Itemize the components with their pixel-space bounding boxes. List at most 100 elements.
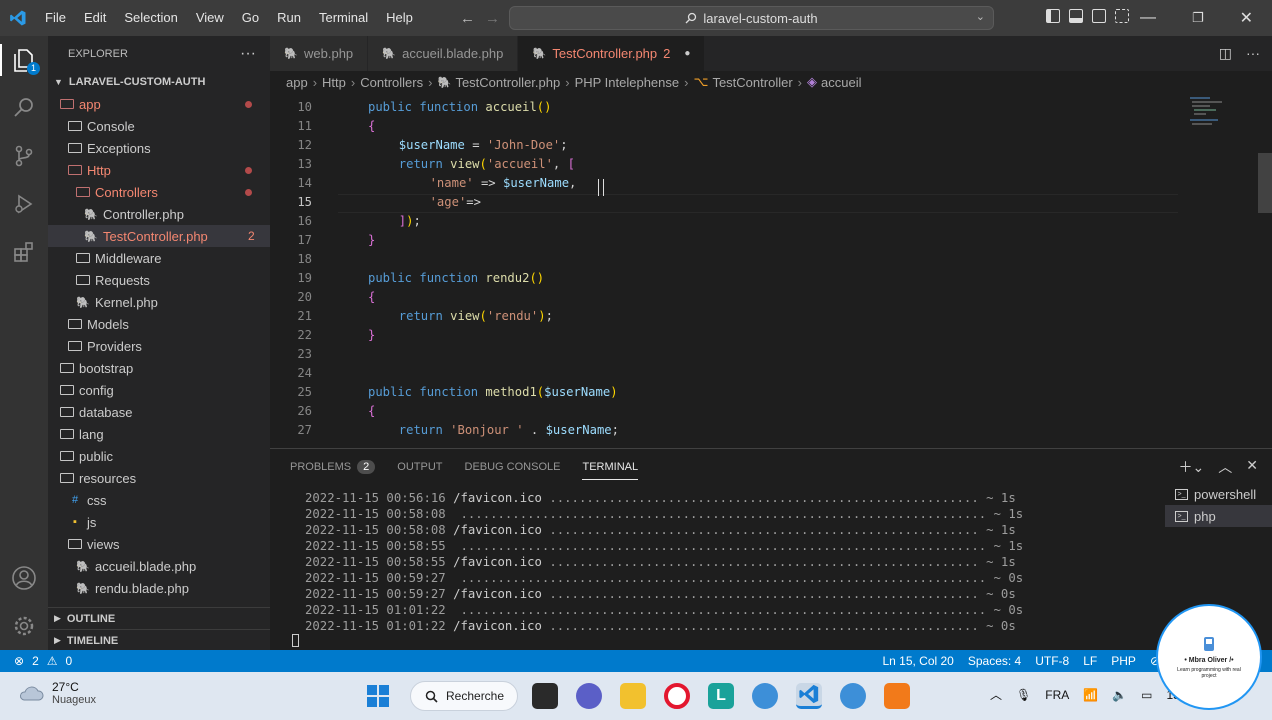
editor-tab[interactable]: 🐘 accueil.blade.php: [368, 36, 519, 71]
toggle-secondary-sidebar-icon[interactable]: [1092, 9, 1106, 23]
panel-tab[interactable]: DEBUG CONSOLE: [465, 461, 561, 473]
account-icon[interactable]: [0, 554, 48, 602]
back-arrow-icon[interactable]: ←: [460, 10, 475, 27]
code-line[interactable]: 24: [270, 364, 1272, 383]
search-icon[interactable]: [0, 84, 48, 132]
breadcrumb-item[interactable]: accueil: [821, 75, 861, 90]
code-line[interactable]: 18: [270, 250, 1272, 269]
terminal-instance[interactable]: >_ powershell: [1165, 483, 1272, 505]
toggle-panel-icon[interactable]: [1069, 9, 1083, 23]
outline-section[interactable]: ▶ OUTLINE: [48, 607, 270, 629]
menu-item-terminal[interactable]: Terminal: [310, 0, 377, 36]
code-line[interactable]: 15 'age'=>: [270, 193, 1272, 212]
teams-chat-icon[interactable]: [576, 683, 602, 709]
input-language[interactable]: FRA: [1045, 688, 1069, 702]
minimize-icon[interactable]: —: [1140, 9, 1156, 27]
timeline-section[interactable]: ▶ TIMELINE: [48, 629, 270, 651]
tree-item[interactable]: public: [48, 445, 270, 467]
encoding[interactable]: UTF-8: [1035, 654, 1069, 668]
app-l-icon[interactable]: L: [708, 683, 734, 709]
chevron-down-icon[interactable]: ⌄: [976, 10, 985, 23]
customize-layout-icon[interactable]: [1115, 9, 1129, 23]
chrome-profile-icon[interactable]: [840, 683, 866, 709]
code-line[interactable]: 19 public function rendu2(): [270, 269, 1272, 288]
code-line[interactable]: 11 {: [270, 117, 1272, 136]
end-of-line[interactable]: LF: [1083, 654, 1097, 668]
menu-item-edit[interactable]: Edit: [75, 0, 115, 36]
close-icon[interactable]: ✕: [1240, 8, 1253, 28]
panel-tab[interactable]: TERMINAL: [582, 454, 639, 480]
code-line[interactable]: 21 return view('rendu');: [270, 307, 1272, 326]
tree-item[interactable]: 🐘 rendu.blade.php: [48, 577, 270, 599]
problems-status[interactable]: ⊗ 2 ⚠ 0: [0, 654, 72, 668]
volume-icon[interactable]: 🔈: [1112, 688, 1127, 702]
run-debug-icon[interactable]: [0, 180, 48, 228]
more-actions-icon[interactable]: ···: [240, 45, 256, 63]
code-line[interactable]: 22}: [270, 326, 1272, 345]
breadcrumb-item[interactable]: TestController.php: [455, 75, 560, 90]
tree-item[interactable]: app: [48, 93, 270, 115]
menu-item-selection[interactable]: Selection: [115, 0, 186, 36]
breadcrumb-item[interactable]: app: [286, 75, 308, 90]
microphone-icon[interactable]: 🎙: [1016, 688, 1031, 702]
code-line[interactable]: 14 'name' => $userName,: [270, 174, 1272, 193]
tree-item[interactable]: 🐘 Kernel.php: [48, 291, 270, 313]
files-icon[interactable]: 1: [0, 36, 48, 84]
battery-icon[interactable]: ▭: [1141, 688, 1152, 702]
menu-item-view[interactable]: View: [187, 0, 233, 36]
breadcrumb-item[interactable]: TestController: [712, 75, 792, 90]
chrome-icon[interactable]: [752, 683, 778, 709]
tree-item[interactable]: Middleware: [48, 247, 270, 269]
panel-tab[interactable]: PROBLEMS 2: [290, 459, 376, 474]
code-line[interactable]: 10 public function accueil(): [270, 98, 1272, 117]
panel-tab[interactable]: OUTPUT: [397, 461, 442, 473]
restore-icon[interactable]: ❐: [1192, 10, 1204, 26]
code-line[interactable]: 17}: [270, 231, 1272, 250]
breadcrumb-item[interactable]: Controllers: [360, 75, 423, 90]
code-line[interactable]: 26 {: [270, 402, 1272, 421]
recorder-icon[interactable]: [884, 683, 910, 709]
source-control-icon[interactable]: [0, 132, 48, 180]
wifi-icon[interactable]: 📶: [1083, 688, 1098, 702]
menu-item-file[interactable]: File: [36, 0, 75, 36]
file-explorer-icon[interactable]: [620, 683, 646, 709]
tree-item[interactable]: Models: [48, 313, 270, 335]
code-line[interactable]: 20 {: [270, 288, 1272, 307]
forward-arrow-icon[interactable]: →: [485, 10, 500, 27]
code-line[interactable]: 13 return view('accueil', [: [270, 155, 1272, 174]
code-line[interactable]: 27 return 'Bonjour ' . $userName;: [270, 421, 1272, 440]
tree-item[interactable]: Controllers: [48, 181, 270, 203]
tree-item[interactable]: ▪ js: [48, 511, 270, 533]
tree-item[interactable]: lang: [48, 423, 270, 445]
breadcrumb-item[interactable]: Http: [322, 75, 346, 90]
tree-item[interactable]: Console: [48, 115, 270, 137]
cursor-position[interactable]: Ln 15, Col 20: [882, 654, 953, 668]
tree-item[interactable]: 🐘 Controller.php: [48, 203, 270, 225]
code-editor[interactable]: 10 public function accueil() 11 {12 $userNam…: [270, 93, 1272, 448]
taskbar-search[interactable]: Recherche: [410, 681, 518, 711]
code-line[interactable]: 16]);: [270, 212, 1272, 231]
menu-item-go[interactable]: Go: [233, 0, 268, 36]
unsaved-dot-icon[interactable]: ●: [684, 48, 690, 59]
extensions-icon[interactable]: [0, 228, 48, 276]
windows-start-icon[interactable]: [365, 683, 391, 709]
editor-tab[interactable]: 🐘 web.php: [270, 36, 369, 71]
task-view-icon[interactable]: [532, 683, 558, 709]
editor-tab[interactable]: 🐘 TestController.php 2 ●: [518, 36, 706, 71]
tray-overflow-icon[interactable]: ︿: [990, 686, 1002, 703]
tree-item[interactable]: database: [48, 401, 270, 423]
code-line[interactable]: 23: [270, 345, 1272, 364]
tree-item[interactable]: bootstrap: [48, 357, 270, 379]
tree-item[interactable]: Exceptions: [48, 137, 270, 159]
opera-icon[interactable]: [664, 683, 690, 709]
tree-item[interactable]: 🐘 TestController.php 2: [48, 225, 270, 247]
tree-item[interactable]: Http: [48, 159, 270, 181]
language-mode[interactable]: PHP: [1111, 654, 1136, 668]
weather-widget[interactable]: 27°C Nuageux: [18, 680, 96, 706]
tree-item[interactable]: # css: [48, 489, 270, 511]
breadcrumb-item[interactable]: PHP Intelephense: [575, 75, 680, 90]
menu-item-help[interactable]: Help: [377, 0, 422, 36]
tree-item[interactable]: config: [48, 379, 270, 401]
close-panel-icon[interactable]: ✕: [1246, 457, 1258, 477]
vscode-taskbar-icon[interactable]: [796, 683, 822, 709]
